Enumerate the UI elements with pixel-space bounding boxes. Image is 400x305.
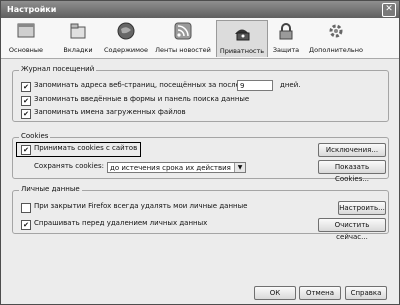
- remember-downloads-label: Запоминать имена загруженных файлов: [34, 108, 186, 116]
- security-icon: [279, 23, 293, 40]
- private-data-group: Личные данные При закрытии Firefox всегд…: [12, 185, 389, 241]
- days-suffix: дней.: [280, 81, 301, 89]
- keep-cookies-value: до истечения срока их действия: [110, 164, 231, 172]
- private-data-group-title: Личные данные: [19, 185, 82, 193]
- advanced-icon: [329, 24, 343, 38]
- tab-feeds[interactable]: Ленты новостей: [153, 20, 213, 56]
- tab-general[interactable]: Основные: [7, 20, 45, 56]
- clear-on-close-label: При закрытии Firefox всегда удалять мои …: [34, 202, 248, 210]
- private-settings-button[interactable]: Настроить...: [338, 201, 386, 215]
- feeds-icon: [174, 22, 192, 40]
- remember-visits-checkbox[interactable]: ✔: [21, 82, 31, 92]
- tab-content[interactable]: Содержимое: [101, 20, 151, 56]
- window-title: Настройки: [7, 5, 57, 14]
- tab-label: Приватность: [219, 47, 265, 55]
- accept-cookies-checkbox[interactable]: ✔: [21, 145, 31, 155]
- accept-cookies-label: Принимать cookies с сайтов: [34, 144, 138, 152]
- history-days-input[interactable]: 9: [237, 80, 273, 91]
- close-icon[interactable]: ✕: [382, 3, 396, 17]
- preferences-toolbar: Основные Вкладки Содержимое Ленты новост…: [1, 18, 399, 59]
- cookies-group: Cookies ✔ Принимать cookies с сайтов Иск…: [12, 132, 389, 183]
- tab-label: Дополнительно: [309, 46, 363, 54]
- title-bar: Настройки ✕: [1, 1, 399, 18]
- tabs-icon: [70, 23, 86, 39]
- tab-label: Содержимое: [103, 46, 149, 54]
- content-icon: [117, 22, 135, 40]
- tab-advanced[interactable]: Дополнительно: [306, 20, 366, 56]
- chevron-down-icon[interactable]: ▼: [234, 163, 245, 172]
- help-button[interactable]: Справка: [345, 286, 387, 300]
- cookies-group-title: Cookies: [19, 132, 51, 140]
- clear-now-button[interactable]: Очистить сейчас...: [318, 218, 386, 241]
- ok-button[interactable]: ОК: [254, 286, 296, 300]
- clear-on-close-checkbox[interactable]: [21, 203, 31, 213]
- preferences-window: Настройки ✕ Основные Вкладки Содержимое: [0, 0, 400, 305]
- ask-before-clear-label: Спрашивать перед удалением личных данных: [34, 219, 208, 227]
- history-group: Журнал посещений ✔ Запоминать адреса веб…: [12, 65, 389, 122]
- keep-cookies-select[interactable]: до истечения срока их действия ▼: [107, 162, 246, 173]
- general-icon: [17, 23, 35, 38]
- keep-cookies-label: Сохранять cookies:: [34, 162, 104, 170]
- tab-privacy[interactable]: Приватность: [216, 20, 268, 57]
- ask-before-clear-checkbox[interactable]: ✔: [21, 220, 31, 230]
- show-cookies-button[interactable]: Показать Cookies...: [318, 160, 386, 183]
- tab-label: Защита: [272, 46, 300, 54]
- remember-forms-label: Запоминать введённые в формы и панель по…: [34, 95, 250, 103]
- history-group-title: Журнал посещений: [19, 65, 97, 73]
- tab-label: Основные: [8, 46, 44, 54]
- cookie-exceptions-button[interactable]: Исключения...: [318, 143, 386, 157]
- remember-forms-checkbox[interactable]: ✔: [21, 96, 31, 106]
- remember-visits-label: Запоминать адреса веб-страниц, посещённы…: [34, 81, 259, 89]
- tab-label: Вкладки: [63, 46, 93, 54]
- remember-downloads-checkbox[interactable]: ✔: [21, 109, 31, 119]
- tab-security[interactable]: Защита: [269, 20, 303, 56]
- tab-label: Ленты новостей: [155, 46, 211, 54]
- tab-tabs[interactable]: Вкладки: [61, 20, 95, 56]
- cancel-button[interactable]: Отмена: [299, 286, 341, 300]
- privacy-icon: [235, 29, 250, 41]
